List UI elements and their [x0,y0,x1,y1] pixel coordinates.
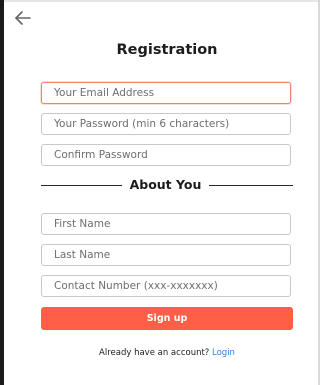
last-name-input[interactable] [41,244,291,266]
login-link[interactable]: Login [212,348,235,358]
section-title: About You [129,177,202,192]
sign-up-button[interactable]: Sign up [41,307,293,330]
password-input[interactable] [41,113,291,135]
back-arrow-icon[interactable] [14,10,32,26]
login-prompt-row: Already have an account? Login [0,348,320,358]
first-name-input[interactable] [41,213,291,235]
window-frame-top [4,0,320,2]
page-title: Registration [116,42,218,58]
registration-screen: Registration About You Sign up Already h… [0,0,320,385]
login-prompt-text: Already have an account? [99,348,210,358]
confirm-password-input[interactable] [41,144,291,166]
divider-line-right [209,185,293,186]
divider-line-left [41,185,122,186]
about-you-divider: About You [41,177,293,195]
contact-number-input[interactable] [41,275,291,297]
email-input[interactable] [41,82,291,104]
